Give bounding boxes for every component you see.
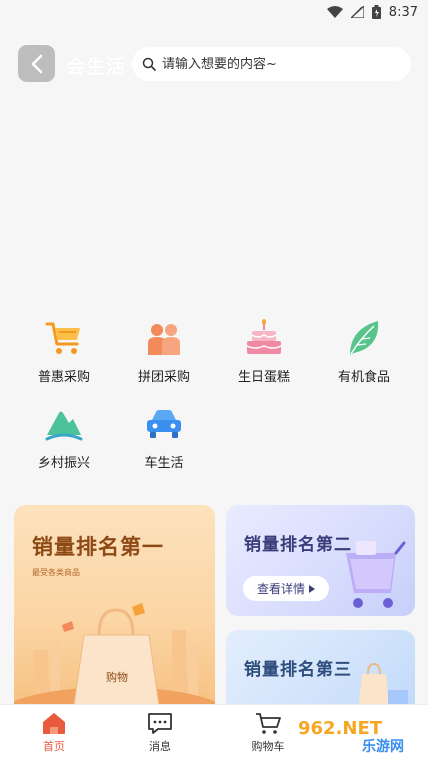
promo-title: 销量排名第一 xyxy=(32,535,164,559)
promo-card-second[interactable]: 销量排名第二 查看详情 xyxy=(226,505,415,616)
category-label: 普惠采购 xyxy=(37,370,90,385)
view-details-label: 查看详情 xyxy=(256,582,305,596)
car-icon xyxy=(144,404,184,444)
search-bar[interactable] xyxy=(132,47,411,81)
nav-item-home[interactable]: 首页 xyxy=(14,711,94,754)
mountain-icon xyxy=(44,404,84,444)
category-item-puhui[interactable]: 普惠采购 xyxy=(14,318,114,385)
home-icon xyxy=(43,713,65,734)
watermark-subtext: 乐游网 xyxy=(362,738,404,755)
play-triangle-icon xyxy=(309,584,315,593)
shopping-bag-illustration: 购物 xyxy=(14,603,215,715)
shopping-cart-icon xyxy=(44,318,84,358)
category-label: 车生活 xyxy=(144,456,184,471)
promo-subtitle: 最受各类商品 xyxy=(32,568,80,577)
view-details-button[interactable]: 查看详情 xyxy=(243,576,329,601)
category-item-organic[interactable]: 有机食品 xyxy=(314,318,414,385)
nav-label: 购物车 xyxy=(251,740,285,753)
category-label: 乡村振兴 xyxy=(37,456,90,471)
nav-label: 首页 xyxy=(43,740,65,753)
page-title: 会生活 xyxy=(66,56,127,78)
signal-icon xyxy=(350,6,364,18)
watermark-text: 962.NET xyxy=(298,718,383,739)
status-bar: 8:37 xyxy=(0,0,428,24)
nav-label: 消息 xyxy=(149,740,171,753)
nav-item-messages[interactable]: 消息 xyxy=(120,711,200,754)
promo-title: 销量排名第三 xyxy=(244,660,352,680)
wifi-icon xyxy=(326,6,343,18)
status-time: 8:37 xyxy=(388,4,418,20)
promo-card-first[interactable]: 销量排名第一 最受各类商品 购物 xyxy=(14,505,215,715)
cake-icon xyxy=(244,318,284,358)
category-item-cake[interactable]: 生日蛋糕 xyxy=(214,318,314,385)
search-input[interactable] xyxy=(162,56,382,72)
back-button[interactable] xyxy=(18,45,55,82)
battery-icon xyxy=(371,5,381,19)
watermark-logo: 962.NET 乐游网 xyxy=(292,714,420,755)
leaf-icon xyxy=(344,318,384,358)
cart-illustration xyxy=(346,541,406,608)
header: 会生活 xyxy=(0,44,428,84)
category-label: 拼团采购 xyxy=(137,370,190,385)
group-people-icon xyxy=(144,318,184,358)
search-icon xyxy=(142,57,156,71)
cart-icon xyxy=(256,713,281,734)
bag-text: 购物 xyxy=(106,670,128,684)
category-item-pintuan[interactable]: 拼团采购 xyxy=(114,318,214,385)
category-label: 生日蛋糕 xyxy=(237,370,290,385)
chevron-left-icon xyxy=(31,54,42,73)
category-label: 有机食品 xyxy=(337,370,390,385)
category-item-rural[interactable]: 乡村振兴 xyxy=(14,404,114,471)
message-icon xyxy=(148,713,172,734)
category-item-car[interactable]: 车生活 xyxy=(114,404,214,471)
